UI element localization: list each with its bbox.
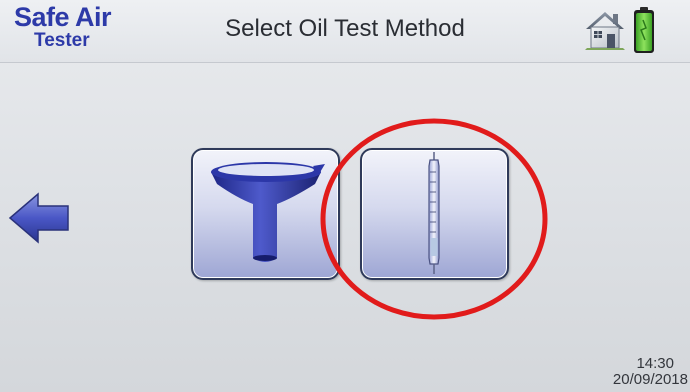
status-clock: 14:30 20/09/2018 [613, 356, 688, 388]
detector-tube-method-button[interactable] [360, 148, 509, 280]
header-bar: Safe Air Tester Select Oil Test Method [0, 0, 690, 63]
funnel-icon [211, 162, 325, 262]
back-button[interactable] [8, 190, 72, 246]
clock-date: 20/09/2018 [612, 371, 688, 388]
funnel-method-button[interactable] [191, 148, 340, 280]
detector-tube-icon [428, 152, 440, 274]
home-button[interactable] [584, 10, 626, 50]
clock-time: 14:30 [636, 355, 674, 372]
home-icon [585, 12, 625, 50]
arrow-left-icon [8, 192, 69, 244]
battery-icon [632, 6, 656, 54]
